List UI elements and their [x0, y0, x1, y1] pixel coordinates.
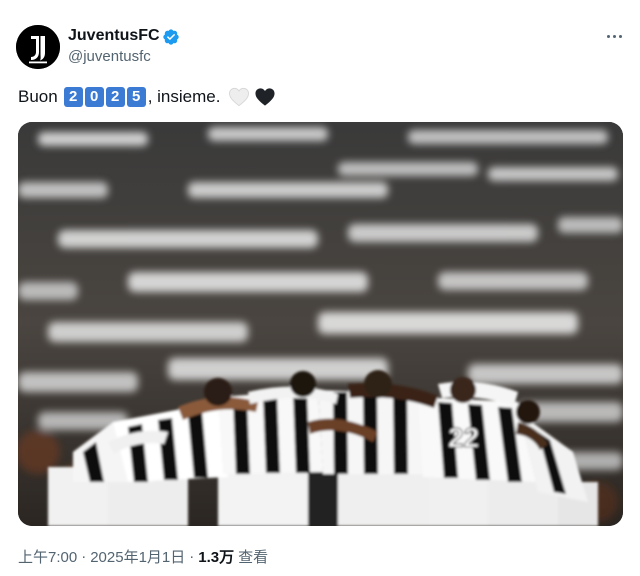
- separator: ·: [81, 548, 87, 565]
- keycap-digit: 0: [84, 87, 104, 107]
- display-name[interactable]: JuventusFC: [68, 27, 160, 45]
- separator: ·: [189, 548, 195, 565]
- svg-text:22: 22: [448, 422, 479, 453]
- avatar[interactable]: [16, 25, 60, 69]
- tweet-time[interactable]: 上午7:00: [18, 546, 77, 567]
- tweet-card: JuventusFC @juventusfc Buon 2 0 2 5 , in…: [0, 0, 640, 576]
- team-huddle-photo[interactable]: 22: [18, 122, 623, 526]
- views-count[interactable]: 1.3万: [198, 546, 234, 567]
- year-keycaps: 2 0 2 5: [63, 87, 148, 107]
- tweet-meta: 上午7:00 · 2025年1月1日 · 1.3万 查看: [18, 546, 268, 567]
- more-options-icon[interactable]: [602, 24, 626, 48]
- photo-illustration: 22: [18, 122, 623, 526]
- tweet-text-after: , insieme.: [147, 87, 221, 106]
- tweet-text-before: Buon: [18, 87, 58, 106]
- keycap-digit: 2: [63, 87, 83, 107]
- views-label[interactable]: 查看: [238, 546, 268, 567]
- verified-badge-icon[interactable]: [162, 28, 180, 46]
- keycap-digit: 5: [126, 87, 146, 107]
- tweet-date[interactable]: 2025年1月1日: [90, 546, 185, 567]
- juventus-logo-icon: [16, 25, 60, 69]
- keycap-digit: 2: [105, 87, 125, 107]
- black-heart-icon: [255, 88, 275, 106]
- account-handle[interactable]: @juventusfc: [68, 48, 151, 65]
- white-heart-icon: [229, 87, 250, 107]
- tweet-text: Buon 2 0 2 5 , insieme.: [18, 86, 276, 108]
